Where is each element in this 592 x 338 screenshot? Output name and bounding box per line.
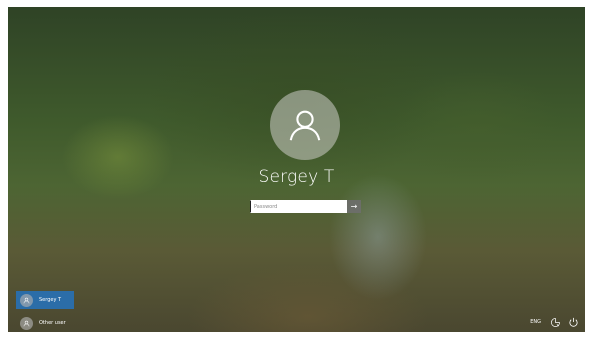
person-icon bbox=[23, 297, 30, 303]
person-icon bbox=[289, 110, 321, 141]
arrow-right-icon: → bbox=[350, 202, 358, 211]
system-tray: ENG bbox=[530, 316, 579, 328]
user-tile-label: Sergey T bbox=[39, 297, 62, 303]
person-icon bbox=[23, 320, 30, 326]
tile-avatar bbox=[20, 316, 33, 330]
ease-of-access-button[interactable] bbox=[550, 317, 561, 328]
user-tile-sergey[interactable]: Sergey T bbox=[16, 291, 74, 309]
power-button[interactable] bbox=[568, 317, 579, 328]
ease-of-access-icon bbox=[551, 317, 560, 327]
submit-button[interactable]: → bbox=[347, 200, 361, 213]
password-row: → bbox=[250, 200, 361, 213]
user-tile-other[interactable]: Other user bbox=[16, 314, 74, 332]
user-name: Sergey T bbox=[258, 167, 335, 187]
tile-avatar bbox=[20, 293, 33, 307]
power-icon bbox=[569, 317, 578, 327]
user-tile-label: Other user bbox=[39, 320, 66, 326]
user-avatar bbox=[270, 90, 340, 160]
language-indicator[interactable]: ENG bbox=[530, 319, 541, 325]
lock-screen: Sergey T → Sergey T Other user ENG bbox=[8, 7, 585, 332]
password-input[interactable] bbox=[250, 200, 347, 213]
